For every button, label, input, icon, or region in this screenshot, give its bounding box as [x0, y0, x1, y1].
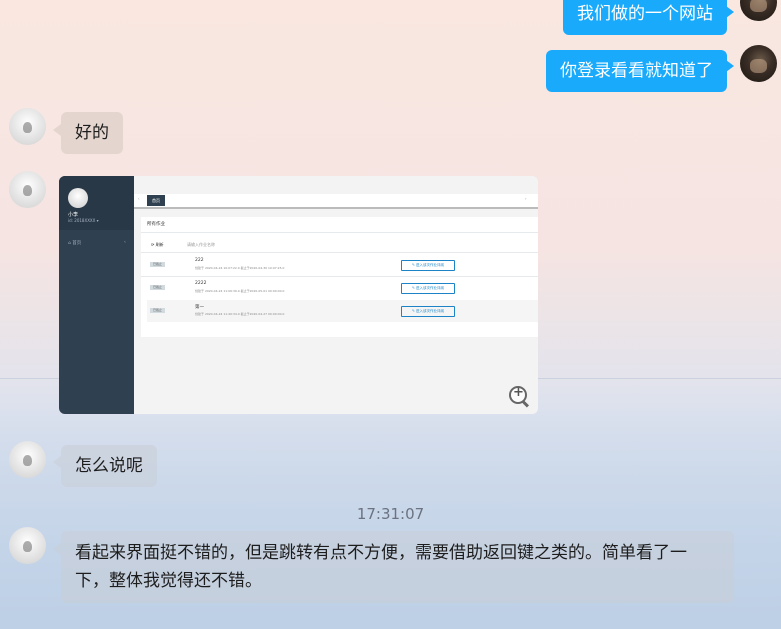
message-image[interactable]: 小李 id: 2018XXXX ▾ ⌂ 首页 ‹ ‹ 首页 › 所有作业 ⟳ 刷新… [59, 176, 538, 414]
message-incoming[interactable]: 好的 [61, 112, 123, 154]
message-incoming[interactable]: 看起来界面挺不错的，但是跳转有点不方便，需要借助返回键之类的。简单看了一下，整体… [61, 531, 734, 603]
message-timestamp: 17:31:07 [356, 505, 425, 523]
screenshot-tab-arrow-right: › [525, 196, 527, 201]
status-badge: 已截止 [150, 285, 165, 290]
status-badge: 已截止 [150, 262, 165, 267]
screenshot-tab-arrow-left: ‹ [138, 196, 140, 201]
row-name: 第一 [195, 305, 204, 310]
row-button: ✎ 进入该次作业评阅 [401, 283, 455, 294]
screenshot-refresh: ⟳ 刷新 [151, 242, 164, 247]
avatar-contact[interactable] [9, 441, 46, 478]
screenshot-search: 请输入作业名称 [187, 242, 215, 247]
screenshot-row: 已截止 第一 创建于 2020-04-24 11:40:34.0 截止于2020… [147, 300, 538, 322]
message-text: 好的 [75, 123, 109, 143]
row-name: 2222 [195, 281, 207, 286]
row-desc: 创建于 2020-04-24 11:40:34.0 截止于2020-04-27 … [195, 312, 285, 316]
message-outgoing[interactable]: 你登录看看就知道了 [546, 50, 727, 92]
message-outgoing[interactable]: 我们做的一个网站 [563, 0, 727, 35]
screenshot-tabbar [134, 194, 538, 209]
message-text: 怎么说呢 [75, 456, 143, 476]
avatar-self[interactable] [740, 0, 777, 21]
bubble-tail [726, 6, 734, 18]
avatar-contact[interactable] [9, 108, 46, 145]
row-button: ✎ 进入该次作业评阅 [401, 306, 455, 317]
divider [141, 252, 538, 253]
row-name: 222 [195, 258, 204, 263]
divider [141, 232, 538, 233]
bubble-tail [726, 60, 734, 72]
message-text: 我们做的一个网站 [577, 4, 713, 24]
screenshot-nav-home: ⌂ 首页 ‹ [68, 240, 126, 246]
avatar-contact[interactable] [9, 171, 46, 208]
screenshot-user-role: id: 2018XXXX ▾ [68, 218, 99, 223]
row-desc: 创建于 2020-04-24 11:06:39.0 截止于2020-05-01 … [195, 289, 285, 293]
bubble-tail [53, 124, 61, 136]
row-desc: 创建于 2020-04-24 10:07:22.0 截止于2020-04-30 … [195, 266, 285, 270]
row-button: ✎ 进入该次作业评阅 [401, 260, 455, 271]
screenshot-user-name: 小李 [68, 212, 79, 218]
bubble-tail [53, 456, 61, 468]
status-badge: 已截止 [150, 308, 165, 313]
bubble-tail [53, 543, 61, 555]
screenshot-row: 已截止 222 创建于 2020-04-24 10:07:22.0 截止于202… [147, 254, 538, 276]
message-text: 看起来界面挺不错的，但是跳转有点不方便，需要借助返回键之类的。简单看了一下，整体… [75, 543, 687, 591]
avatar-contact[interactable] [9, 527, 46, 564]
screenshot-avatar [68, 188, 88, 208]
avatar-self[interactable] [740, 45, 777, 82]
screenshot-nav-arrow: ‹ [124, 240, 126, 245]
message-incoming[interactable]: 怎么说呢 [61, 445, 157, 487]
zoom-handle [521, 400, 530, 408]
screenshot-tab: 首页 [147, 195, 165, 206]
screenshot-panel-title: 所有作业 [147, 222, 165, 227]
screenshot-row: 已截止 2222 创建于 2020-04-24 11:06:39.0 截止于20… [147, 277, 538, 299]
message-text: 你登录看看就知道了 [560, 61, 713, 81]
